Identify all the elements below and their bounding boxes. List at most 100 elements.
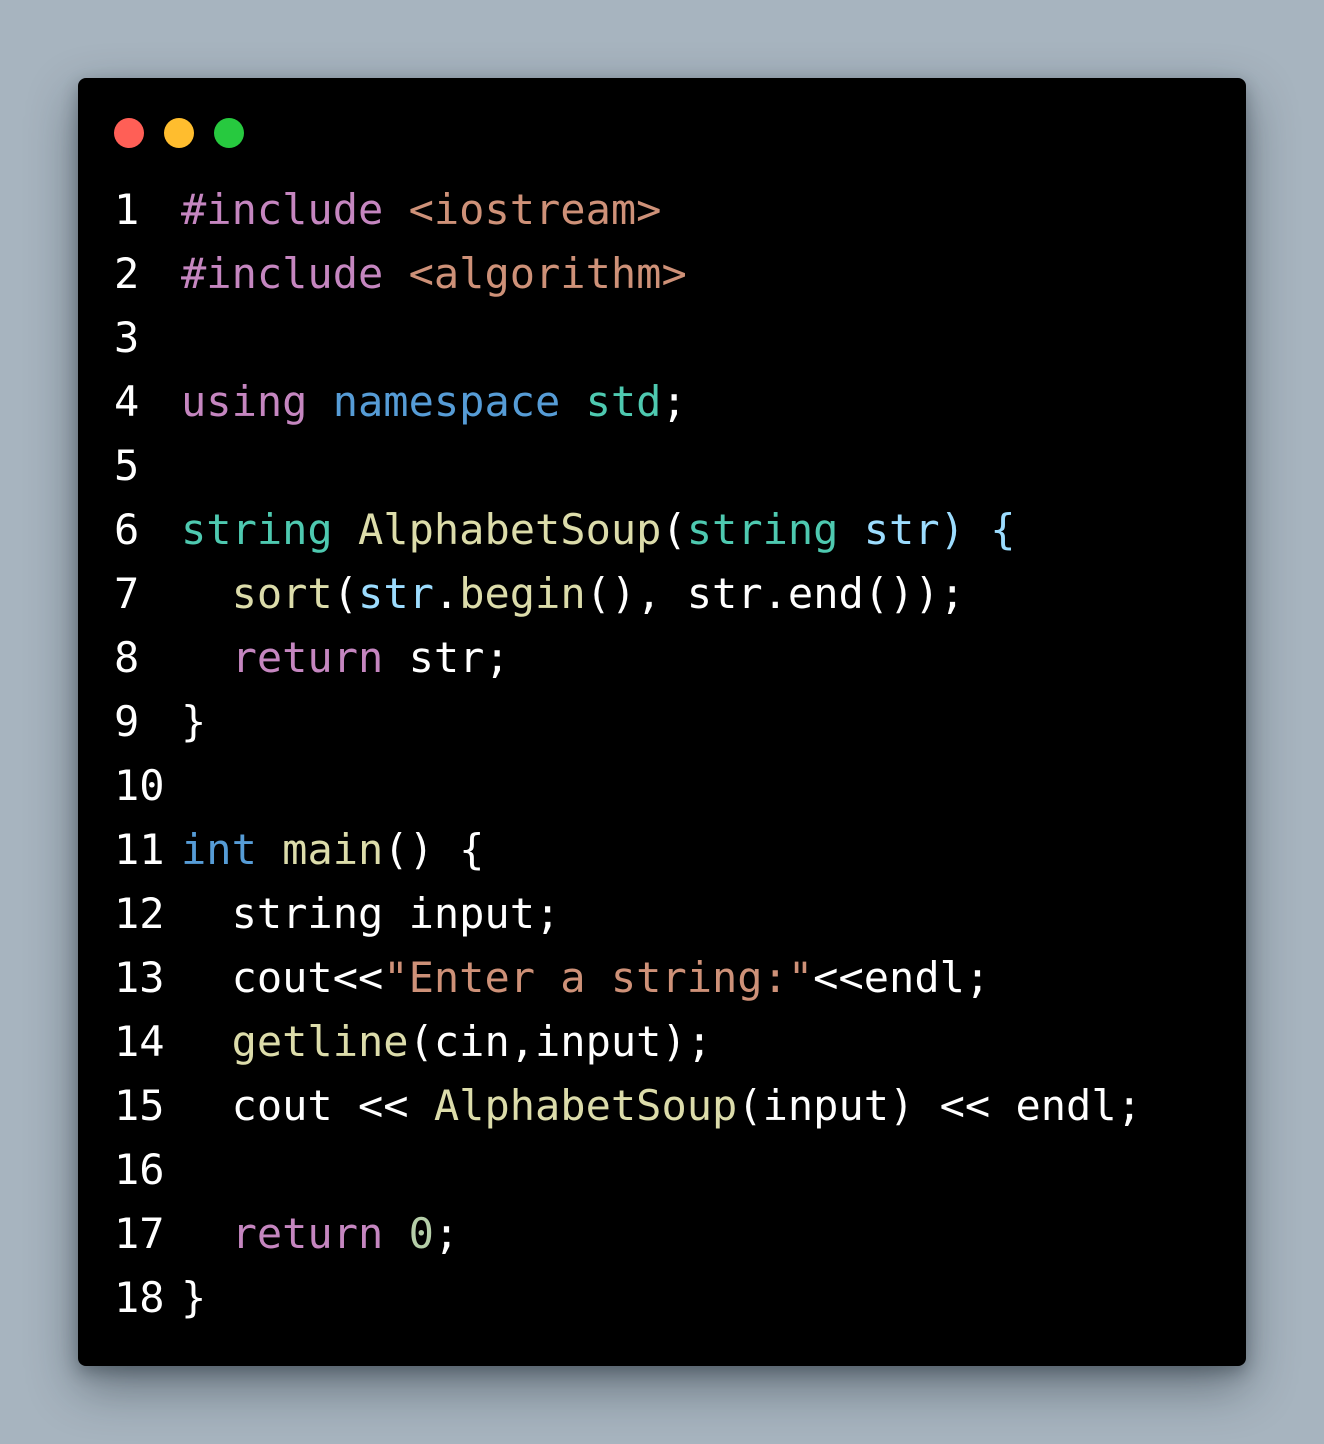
line-number: 7	[114, 569, 140, 618]
code-token: (cin,input);	[408, 1017, 713, 1066]
code-token: using	[181, 377, 308, 426]
line-number: 17	[114, 1209, 165, 1258]
line-number: 16	[114, 1145, 165, 1194]
line-source: string input;	[181, 882, 561, 946]
line-number: 14	[114, 1017, 165, 1066]
line-source: using namespace std;	[181, 370, 687, 434]
code-line: 18}	[114, 1266, 1142, 1330]
code-token: AlphabetSoup	[433, 1081, 738, 1130]
code-token: (), str.end());	[585, 569, 965, 618]
line-number: 5	[114, 441, 140, 490]
line-number: 6	[114, 505, 140, 554]
line-source: string AlphabetSoup(string str) {	[181, 498, 1016, 562]
code-token: cout<<	[181, 953, 384, 1002]
code-line: 7 sort(str.begin(), str.end());	[114, 562, 1142, 626]
code-line: 9}	[114, 690, 1142, 754]
code-line: 2 #include <algorithm>	[114, 242, 1142, 306]
code-line: 15 cout << AlphabetSoup(input) << endl;	[114, 1074, 1142, 1138]
code-line: 14 getline(cin,input);	[114, 1010, 1142, 1074]
code-token: (	[332, 569, 359, 618]
code-line: 11 int main() {	[114, 818, 1142, 882]
code-token: }	[181, 1273, 207, 1322]
line-number: 13	[114, 953, 165, 1002]
code-token: main	[282, 825, 384, 874]
minimize-dot-icon[interactable]	[164, 118, 194, 148]
line-source: getline(cin,input);	[181, 1010, 712, 1074]
code-line: 17 return 0;	[114, 1202, 1142, 1266]
line-source: cout<<"Enter a string:"<<endl;	[181, 946, 991, 1010]
code-token: namespace	[332, 377, 561, 426]
code-token: std	[585, 377, 662, 426]
code-token: getline	[231, 1017, 409, 1066]
window-controls	[114, 118, 244, 148]
code-token: string	[181, 505, 333, 554]
code-token: return	[231, 633, 384, 682]
line-source: #include <algorithm>	[181, 242, 687, 306]
line-number: 10	[114, 761, 165, 810]
code-line: 10	[114, 754, 1142, 818]
code-line: 3	[114, 306, 1142, 370]
line-source: int main() {	[181, 818, 484, 882]
line-source: }	[181, 690, 206, 754]
line-number: 3	[114, 313, 140, 362]
line-number: 8	[114, 633, 140, 682]
code-token: #include	[181, 185, 384, 234]
line-source: return 0;	[181, 1202, 460, 1266]
line-source: return str;	[181, 626, 510, 690]
line-number: 18	[114, 1273, 165, 1322]
code-token: () {	[383, 825, 485, 874]
code-token: int	[181, 825, 257, 874]
code-token: {	[990, 505, 1016, 554]
code-window: 1 #include <iostream> 2 #include <algorithm…	[78, 78, 1246, 1366]
line-number: 9	[114, 697, 140, 746]
code-token: cout <<	[181, 1081, 434, 1130]
line-number: 4	[114, 377, 140, 426]
code-token: str	[863, 505, 940, 554]
code-token: str;	[383, 633, 510, 682]
line-source: #include <iostream>	[181, 178, 661, 242]
line-source: sort(str.begin(), str.end());	[181, 562, 965, 626]
code-token: <algorithm>	[408, 249, 687, 298]
line-number: 15	[114, 1081, 165, 1130]
code-token: sort	[231, 569, 333, 618]
line-number: 12	[114, 889, 165, 938]
code-token: <<endl;	[813, 953, 991, 1002]
code-token: ;	[433, 1209, 460, 1258]
code-line: 13 cout<<"Enter a string:"<<endl;	[114, 946, 1142, 1010]
line-number: 2	[114, 249, 140, 298]
code-token: )	[939, 505, 965, 554]
code-token: string	[686, 505, 839, 554]
code-token: }	[181, 697, 207, 746]
code-token: "Enter a string:"	[383, 953, 814, 1002]
maximize-dot-icon[interactable]	[214, 118, 244, 148]
close-dot-icon[interactable]	[114, 118, 144, 148]
code-line: 16	[114, 1138, 1142, 1202]
code-block: 1 #include <iostream> 2 #include <algorithm…	[114, 178, 1142, 1330]
code-token: #include	[181, 249, 384, 298]
code-token: (	[661, 505, 687, 554]
code-line: 4 using namespace std;	[114, 370, 1142, 434]
code-token: ;	[661, 377, 687, 426]
code-token: string input;	[181, 889, 561, 938]
code-line: 8 return str;	[114, 626, 1142, 690]
code-line: 12 string input;	[114, 882, 1142, 946]
code-token: <iostream>	[408, 185, 662, 234]
code-token: AlphabetSoup	[358, 505, 662, 554]
code-token: begin	[459, 569, 586, 618]
line-number: 1	[114, 185, 140, 234]
line-source: }	[181, 1266, 206, 1330]
code-token: .	[433, 569, 460, 618]
code-line: 6 string AlphabetSoup(string str) {	[114, 498, 1142, 562]
